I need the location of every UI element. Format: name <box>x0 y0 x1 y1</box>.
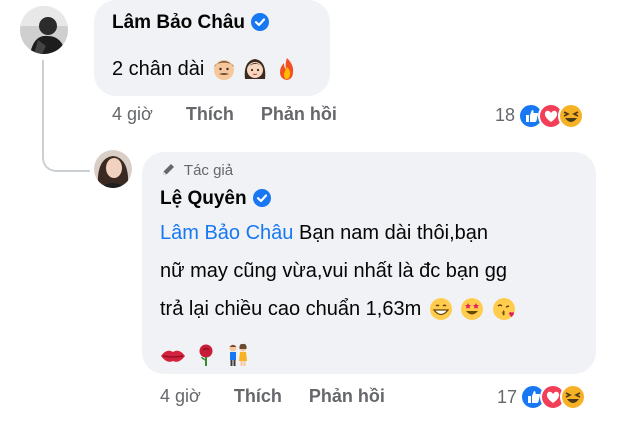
man-emoji-icon <box>212 57 236 90</box>
reply-actions: 4 giờ Thích Phản hồi <box>160 386 385 407</box>
verified-badge-icon <box>252 189 271 212</box>
reply-reaction-icons[interactable] <box>520 384 600 410</box>
reply-text-3: trả lại chiều cao chuẩn 1,63m <box>160 298 422 320</box>
haha-reaction-icon <box>560 384 586 410</box>
star-struck-emoji-icon <box>460 297 484 330</box>
kissing-emoji-icon <box>492 297 516 330</box>
comment-author-name[interactable]: Lâm Bảo Châu <box>112 12 245 34</box>
like-link[interactable]: Thích <box>186 104 234 125</box>
reply-link[interactable]: Phản hồi <box>261 104 337 125</box>
reply-reply-link[interactable]: Phản hồi <box>309 386 385 407</box>
reply-time[interactable]: 4 giờ <box>160 386 201 407</box>
haha-reaction-icon <box>558 103 584 129</box>
grin-emoji-icon <box>429 297 453 330</box>
rose-emoji-icon <box>194 343 218 376</box>
comment-text: 2 chân dài <box>112 58 205 80</box>
reply-line-3: trả lại chiều cao chuẩn 1,63m <box>160 294 590 330</box>
mention-link[interactable]: Lâm Bảo Châu <box>160 222 293 244</box>
reaction-count[interactable]: 18 <box>495 105 515 126</box>
woman-emoji-icon <box>243 57 267 90</box>
avatar-le-quyen[interactable] <box>94 150 132 188</box>
verified-badge-icon <box>251 13 270 36</box>
reply-text: Lâm Bảo Châu Bạn nam dài thôi,bạn nữ may… <box>160 218 590 376</box>
reply-line-1: Lâm Bảo Châu Bạn nam dài thôi,bạn <box>160 218 590 248</box>
couple-emoji-icon <box>225 343 251 376</box>
author-badge: Tác giả <box>160 162 233 182</box>
avatar-lam-bao-chau[interactable] <box>20 6 68 54</box>
comment-actions: 4 giờ Thích Phản hồi <box>112 104 337 125</box>
reply-like-link[interactable]: Thích <box>234 386 282 407</box>
reply-bubble: Tác giả Lệ Quyên Lâm Bảo Châu Bạn nam dà… <box>142 152 596 374</box>
reaction-icons[interactable] <box>518 103 598 129</box>
reply-line-4 <box>160 340 590 376</box>
comment-time[interactable]: 4 giờ <box>112 104 153 125</box>
comment-text-line: 2 chân dài <box>112 54 299 90</box>
reply-author-name[interactable]: Lệ Quyên <box>160 188 247 210</box>
reply-line-2: nữ may cũng vừa,vui nhất là đc bạn gg <box>160 260 507 282</box>
comment-bubble: Lâm Bảo Châu 2 chân dài <box>94 0 330 96</box>
fire-emoji-icon <box>275 57 299 90</box>
thread-connector <box>42 60 90 172</box>
author-badge-label: Tác giả <box>183 162 234 179</box>
lips-emoji-icon <box>160 345 186 376</box>
reply-text-1: Bạn nam dài thôi,bạn <box>293 222 489 244</box>
reply-reaction-count[interactable]: 17 <box>497 387 517 408</box>
author-badge-icon <box>160 162 176 182</box>
